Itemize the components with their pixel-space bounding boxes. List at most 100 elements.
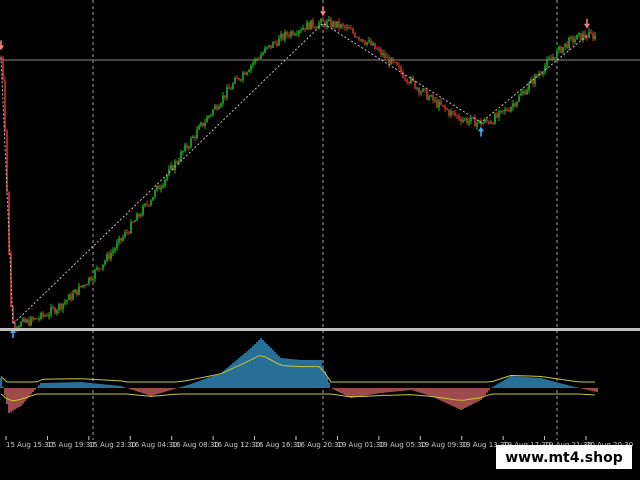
candle-body xyxy=(506,109,508,111)
candle-body xyxy=(66,300,68,302)
candle-body xyxy=(594,35,596,39)
watermark-text: www.mt4.shop xyxy=(505,450,623,466)
candle-body xyxy=(258,58,260,60)
candle-body xyxy=(522,91,524,94)
candle-body xyxy=(580,33,582,41)
candle-body xyxy=(396,62,398,66)
candle-body xyxy=(246,71,248,75)
candlesticks xyxy=(0,16,596,332)
candle-body xyxy=(38,318,40,320)
candle-body xyxy=(150,200,152,206)
candle-body xyxy=(102,264,104,269)
candle-body xyxy=(560,46,562,53)
candle-body xyxy=(212,109,214,115)
candle-body xyxy=(292,31,294,36)
candle-body xyxy=(92,278,94,281)
candle-body xyxy=(244,72,246,75)
candle-body xyxy=(198,125,200,130)
candle-body xyxy=(252,62,254,66)
candle-body xyxy=(312,19,314,27)
candle-body xyxy=(224,95,226,98)
candle-body xyxy=(2,57,4,80)
candle-body xyxy=(164,179,166,186)
candle-body xyxy=(432,95,434,101)
price-chart[interactable]: 15 Aug 15:3015 Aug 19:3015 Aug 23:3016 A… xyxy=(0,0,640,480)
candle-body xyxy=(20,321,22,327)
candle-body xyxy=(68,294,70,301)
candle-body xyxy=(444,105,446,109)
candle-body xyxy=(576,34,578,40)
candle-body xyxy=(222,95,224,104)
candle-body xyxy=(374,43,376,49)
candle-body xyxy=(346,27,348,29)
sell-arrow-icon xyxy=(584,18,590,29)
candle-body xyxy=(356,37,358,39)
candle-body xyxy=(458,115,460,120)
candle-body xyxy=(494,114,496,124)
candle-body xyxy=(568,37,570,49)
candle-body xyxy=(126,232,128,234)
x-tick-label: 16 Aug 04:30 xyxy=(130,441,177,449)
panel-separator[interactable] xyxy=(0,328,640,331)
candle-body xyxy=(520,93,522,96)
candle-body xyxy=(430,95,432,97)
candle-body xyxy=(84,285,86,287)
candle-body xyxy=(554,57,556,59)
candle-body xyxy=(362,39,364,43)
candle-body xyxy=(420,91,422,94)
candle-body xyxy=(286,31,288,36)
candle-body xyxy=(202,122,204,126)
candle-body xyxy=(210,114,212,116)
candle-body xyxy=(186,144,188,148)
candle-body xyxy=(26,319,28,323)
candle-body xyxy=(406,79,408,83)
sell-arrow-icon xyxy=(0,40,4,51)
candle-body xyxy=(332,21,334,28)
candle-body xyxy=(492,122,494,124)
candle-body xyxy=(120,238,122,241)
candle-body xyxy=(214,105,216,110)
candle-body xyxy=(124,232,126,237)
candle-body xyxy=(354,32,356,38)
chart-window[interactable]: 15 Aug 15:30 15 Aug 19:30 15 Aug 23:30 16 A… xyxy=(0,0,640,480)
candle-body xyxy=(74,289,76,294)
candle-body xyxy=(436,99,438,108)
candle-body xyxy=(60,303,62,310)
candle-body xyxy=(40,312,42,319)
candle-body xyxy=(56,310,58,314)
candle-body xyxy=(424,88,426,90)
candle-body xyxy=(176,161,178,163)
candle-body xyxy=(510,106,512,112)
candle-body xyxy=(434,99,436,101)
candle-body xyxy=(416,87,418,89)
candle-body xyxy=(360,39,362,41)
candle-body xyxy=(78,285,80,295)
candle-body xyxy=(240,79,242,81)
candle-body xyxy=(524,91,526,95)
candle-body xyxy=(456,115,458,117)
signal-line-upper xyxy=(0,355,595,383)
candle-body xyxy=(592,33,594,39)
candle-body xyxy=(136,213,138,221)
candle-body xyxy=(404,77,406,80)
candle-body xyxy=(230,88,232,90)
candle-body xyxy=(478,120,480,123)
candle-body xyxy=(340,24,342,28)
candle-body xyxy=(196,129,198,139)
candle-body xyxy=(558,46,560,51)
x-tick-label: 16 Aug 16:30 xyxy=(255,441,302,449)
candle-body xyxy=(334,21,336,28)
candle-body xyxy=(154,190,156,197)
candle-body xyxy=(366,41,368,45)
candle-body xyxy=(270,45,272,48)
candle-body xyxy=(158,185,160,190)
candle-body xyxy=(350,28,352,30)
candle-body xyxy=(238,78,240,80)
candle-body xyxy=(534,74,536,85)
candle-body xyxy=(556,50,558,59)
candle-body xyxy=(288,35,290,37)
candle-body xyxy=(316,27,318,29)
candle-body xyxy=(148,204,150,206)
candle-body xyxy=(188,146,190,148)
candle-body xyxy=(108,254,110,259)
